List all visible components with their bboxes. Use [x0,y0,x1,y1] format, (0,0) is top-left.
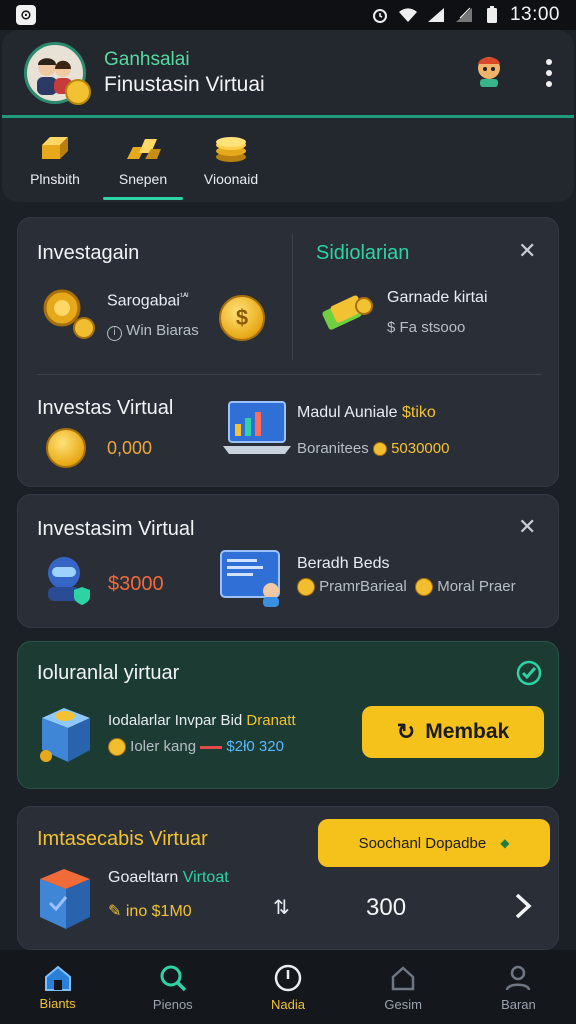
nav-item-baran[interactable]: Baran [461,950,576,1024]
tab-label: Snepen [118,171,168,187]
card-right-title: Sidiolarian [316,242,410,264]
bottom-navigation: Biants Pienos Nadia Gesim Baran [0,950,576,1024]
gift-box-icon [36,863,96,938]
item-subtitle: ✎ ino $1M0 [108,903,192,920]
search-icon [160,965,187,991]
promo-subtitle: Boranitees 5030000 [297,440,450,457]
item-subtitle: PramrBarieal Moral Praer [297,578,516,597]
nav-item-gesim[interactable]: Gesim [346,950,461,1024]
tab-vioonaid[interactable]: Vioonaid [188,118,274,202]
divider [37,374,542,375]
signal-icon [426,5,446,25]
status-bar: ⊙ 13:00 [0,0,576,30]
section-title: Investas Virtual [37,397,174,419]
investment-card-secondary[interactable]: Investasim Virtual ✕ $3000 Beradh Beds P… [17,494,559,628]
nav-item-pienos[interactable]: Pienos [115,950,230,1024]
offer-line-secondary: Ioler kang $2ł0 320 [108,738,284,757]
coin-stack-icon [216,137,246,162]
item-subtitle: i Win Biaras [107,322,199,341]
coin-icon [415,578,434,597]
gold-ingots-icon [127,139,161,159]
category-tabs: Plnsbith Snepen Vioonaid [2,118,574,202]
header-title: Finustasin Virtuai [104,72,265,96]
investment-value: 0,000 [107,438,153,458]
card-title: Ioluranlal yirtuar [37,662,180,684]
promo-title: Madul Auniale $tiko [297,404,436,421]
membak-button[interactable]: ↻ Membak [362,706,544,758]
offer-line: Iodalarlar Invpar Bid Dranatt [108,712,296,729]
item-title: Garnade kirtai [387,289,488,306]
status-time: 13:00 [509,4,560,25]
coin-badge-icon [65,78,91,105]
tab-plnsbith[interactable]: Plnsbith [12,118,98,202]
nav-item-nadia[interactable]: Nadia [230,950,345,1024]
item-subtitle: $ Fa stsooo [387,319,466,336]
avatar[interactable] [24,41,91,105]
chevron-right-icon[interactable] [512,891,534,926]
item-value: 300 [366,894,407,921]
gear-coin-icon [42,286,102,351]
money-bundle-icon [320,288,378,341]
header-subtitle: Ganhsalai [104,48,190,70]
tab-label: Plnsbith [30,171,80,187]
close-icon[interactable]: ✕ [518,514,536,540]
nav-label: Biants [39,995,76,1011]
nav-label: Nadia [271,996,305,1012]
dollar-coin-icon: $ [219,295,265,341]
tag-icon: ✎ [108,903,122,920]
soochanl-button[interactable]: Soochanl Dopadbe ◆ [318,819,550,867]
app-notification-icon: ⊙ [16,5,36,25]
investment-card-primary: Investagain Sidiolarian ✕ Sarogabai¹ᴬᴵ i… [17,217,559,487]
portfolio-value: $3000 [108,573,164,595]
nav-label: Baran [501,996,536,1012]
laptop-chart-icon [221,398,293,469]
item-title: Goaeltarn Virtoat [108,869,229,886]
wifi-icon [398,5,418,25]
nav-item-biants[interactable]: Biants [0,950,115,1024]
chevron-down-icon: ◆ [500,836,510,850]
coin-icon [297,578,315,597]
check-icon [516,660,542,691]
robot-shield-icon [40,551,96,612]
treasure-box-icon [36,700,96,773]
app-header: Ganhsalai Finustasin Virtuai [2,30,574,118]
virtual-offer-card-secondary: Imtasecabis Virtuar Soochanl Dopadbe ◆ G… [17,806,559,950]
divider [292,234,293,360]
mascot-icon[interactable] [472,52,506,93]
more-options-icon[interactable] [546,58,552,87]
tab-label: Vioonaid [203,171,259,187]
virtual-offer-card: Ioluranlal yirtuar Iodalarlar Invpar Bid… [17,641,559,789]
close-icon[interactable]: ✕ [518,238,536,264]
nav-label: Gesim [384,996,422,1012]
bag-icon [391,965,415,990]
swap-icon[interactable]: ⇅ [273,895,290,920]
alarm-icon [370,5,390,25]
item-title: Beradh Beds [297,555,390,572]
card-title: Investasim Virtual [37,518,195,540]
item-title: Sarogabai¹ᴬᴵ [107,291,189,310]
card-title: Investagain [37,242,140,264]
profile-icon [506,965,531,990]
coin-icon [46,428,86,468]
card-title: Imtasecabis Virtuar [37,828,208,850]
home-icon [44,965,71,991]
nav-label: Pienos [152,996,193,1012]
battery-icon [482,5,502,25]
info-icon: i [107,326,122,341]
signal-secondary-icon [454,5,474,25]
dashboard-user-icon [219,549,289,612]
tab-snepen[interactable]: Snepen [100,118,186,202]
coin-icon [372,442,387,457]
clock-icon [274,964,302,991]
coin-icon [108,738,126,757]
refresh-icon: ↻ [396,719,416,744]
gold-bar-icon [42,137,68,159]
